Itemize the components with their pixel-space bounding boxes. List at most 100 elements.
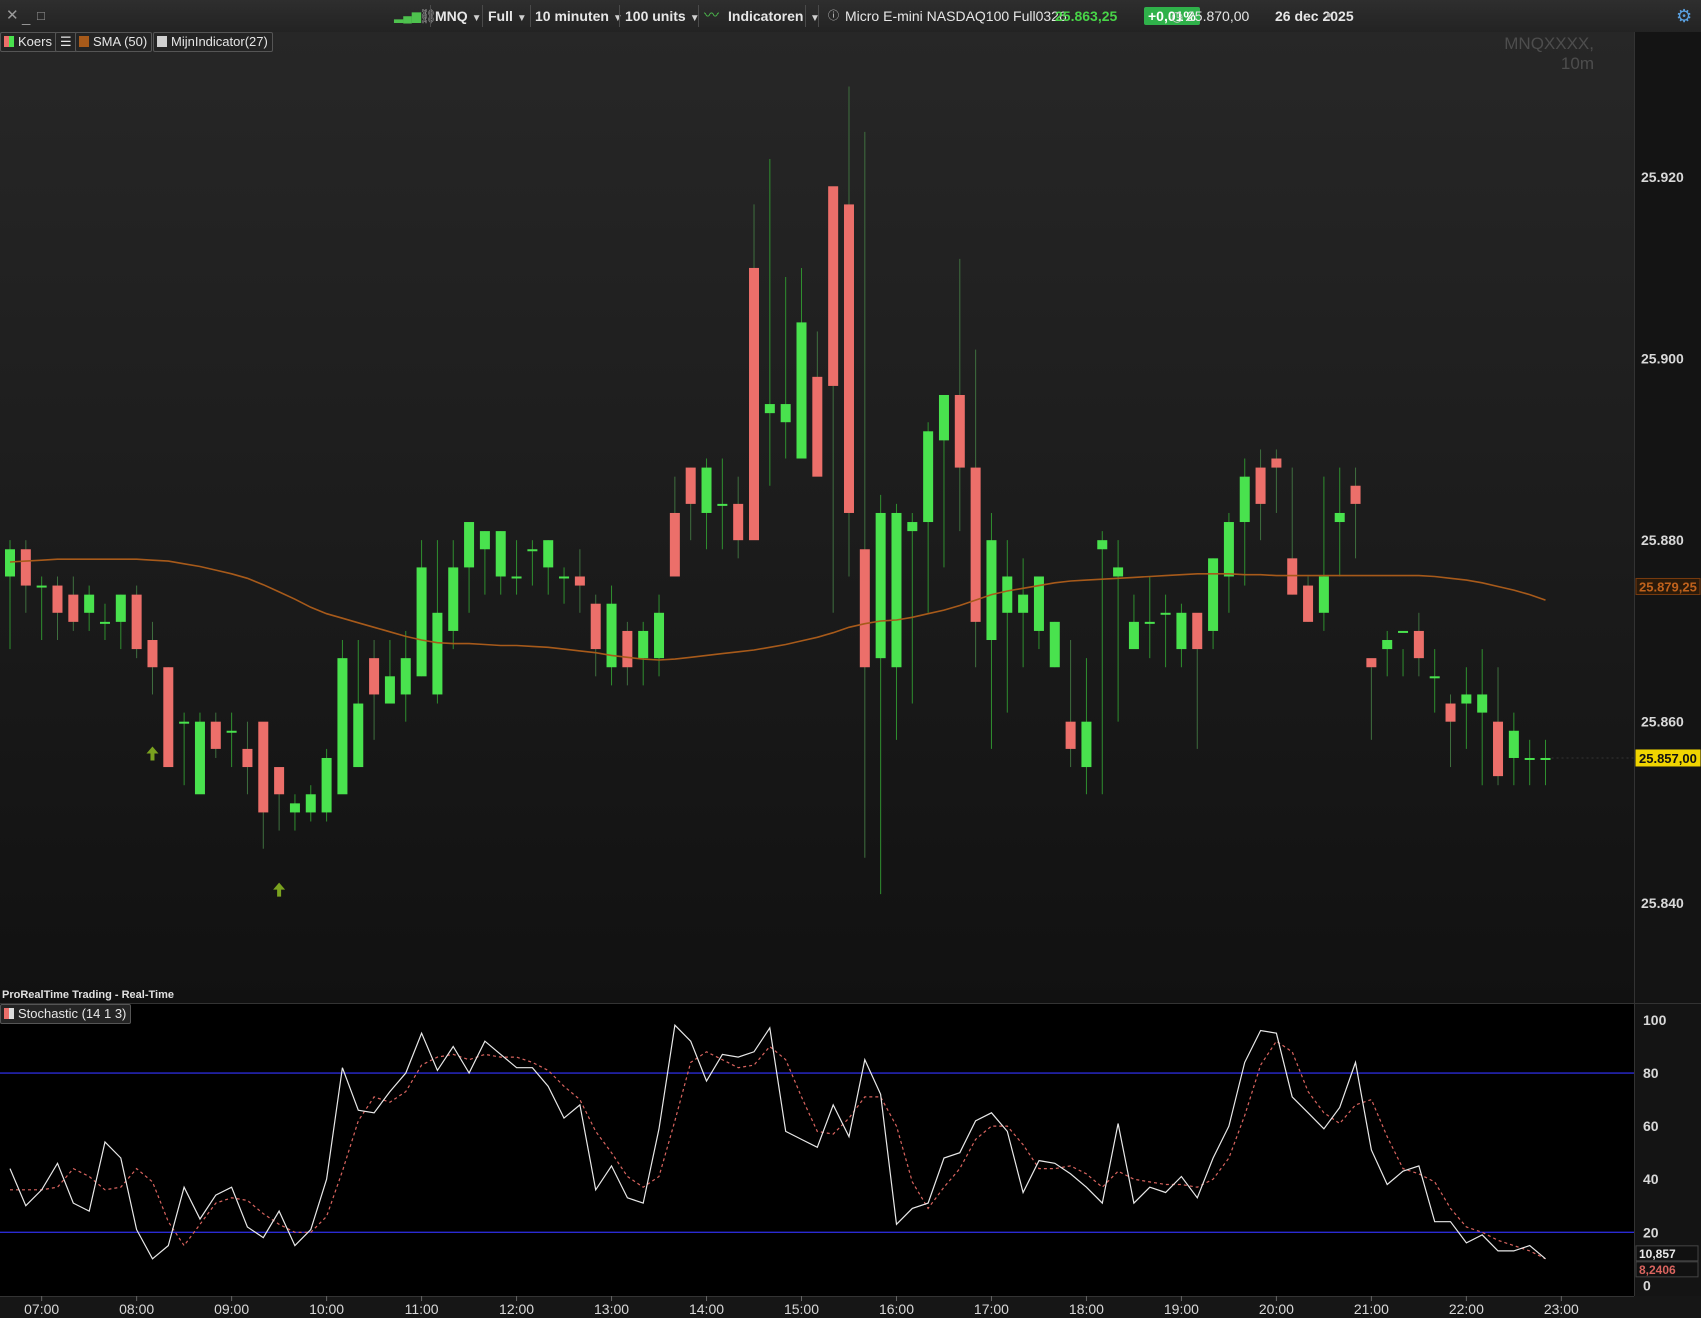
price-tick-label: 25.840: [1641, 895, 1684, 911]
candle: [495, 531, 506, 577]
candle: [448, 567, 459, 631]
legend-custom[interactable]: MijnIndicator(27): [153, 32, 273, 52]
price-tick-label: 25.920: [1641, 169, 1684, 185]
price-tick-label: 25.880: [1641, 532, 1684, 548]
candle: [1445, 703, 1456, 722]
candle: [416, 567, 427, 677]
candle: [954, 394, 965, 468]
mode-dropdown[interactable]: Full ▼: [488, 0, 527, 32]
stochastic-tick-label: 20: [1643, 1224, 1659, 1240]
candle: [638, 630, 649, 659]
close-price: 25.870,00: [1187, 8, 1250, 24]
units-dropdown[interactable]: 100 units ▼: [625, 0, 700, 32]
price-panel: [0, 32, 1634, 1003]
sma-price-label: 25.879,25: [1639, 579, 1697, 594]
candle: [274, 767, 285, 795]
candle: [875, 512, 886, 659]
legend-custom-label: MijnIndicator(27): [171, 34, 268, 49]
signal-icon[interactable]: ▂▄▆: [394, 0, 421, 32]
candle: [258, 721, 269, 813]
candle: [1303, 585, 1314, 622]
list-icon[interactable]: ☰: [55, 32, 77, 52]
info-icon[interactable]: ⓘ: [828, 0, 839, 32]
interval-dropdown[interactable]: 10 minuten ▼: [535, 0, 623, 32]
price-tick-label: 25.900: [1641, 351, 1684, 367]
candle: [733, 503, 744, 541]
candle: [115, 594, 126, 622]
chevron-down-icon: ▼: [612, 13, 623, 24]
candle: [242, 748, 253, 768]
legend-sma[interactable]: SMA (50): [75, 32, 153, 52]
candle: [289, 803, 300, 813]
candle: [1113, 567, 1124, 577]
candle: [179, 721, 190, 724]
time-tick-label: 23:00: [1544, 1301, 1579, 1317]
candle: [226, 730, 237, 733]
candle: [590, 603, 601, 650]
candle: [780, 404, 791, 423]
candle: [1350, 485, 1361, 504]
candle: [1097, 540, 1108, 550]
symbol-dropdown[interactable]: MNQ ▼: [435, 0, 482, 32]
candle: [1382, 640, 1393, 650]
legend-price[interactable]: Koers: [0, 32, 57, 52]
candle: [527, 549, 538, 552]
time-tick-label: 20:00: [1259, 1301, 1294, 1317]
candle: [1018, 594, 1029, 613]
time-tick-label: 13:00: [594, 1301, 629, 1317]
candle: [1049, 621, 1060, 668]
candle: [717, 503, 728, 506]
candle: [986, 540, 997, 641]
watermark: MNQXXXX, 10m: [1504, 34, 1594, 73]
candle: [384, 676, 395, 704]
mode-label: Full: [488, 8, 513, 24]
candle: [1413, 630, 1424, 659]
time-tick-label: 09:00: [214, 1301, 249, 1317]
indicators-icon[interactable]: 〰: [704, 0, 719, 32]
candle: [353, 703, 364, 768]
candle: [1477, 694, 1488, 713]
candle: [923, 431, 934, 523]
candle: [606, 603, 617, 668]
candle: [369, 658, 380, 695]
candle: [749, 267, 760, 541]
candle: [305, 794, 316, 813]
close-icon[interactable]: ✕: [6, 8, 19, 24]
minimize-icon[interactable]: _: [22, 10, 30, 26]
candle: [5, 549, 15, 577]
candle: [685, 467, 696, 504]
units-label: 100 units: [625, 8, 686, 24]
candle: [1081, 721, 1092, 768]
candle: [828, 186, 839, 386]
last-price: 25.863,25: [1055, 8, 1118, 24]
time-tick-label: 21:00: [1354, 1301, 1389, 1317]
candle: [654, 612, 665, 659]
candle: [400, 658, 411, 695]
candle: [574, 576, 585, 586]
chart-area[interactable]: 25.840 25.860 25.880 25.900 25.920 25.879,25 2…: [0, 32, 1701, 1318]
candle: [1176, 612, 1187, 650]
candle: [843, 204, 854, 513]
candle: [559, 576, 570, 579]
legend-stochastic[interactable]: Stochastic (14 1 3): [0, 1004, 132, 1024]
top-toolbar: ✕ _ □ ▂▄▆ ⛓ MNQ ▼ Full ▼ 10 minuten ▼ 100 u…: [0, 0, 1701, 33]
candle: [1334, 512, 1345, 523]
clock-icon: ◷: [1171, 8, 1184, 24]
candle: [543, 540, 554, 568]
candle: [1318, 576, 1329, 613]
candle: [464, 522, 475, 568]
candle: [796, 322, 807, 459]
stochastic-tick-label: 100: [1643, 1012, 1667, 1028]
stochastic-tick-label: 80: [1643, 1065, 1659, 1081]
candle: [907, 522, 918, 532]
candle: [1398, 630, 1409, 633]
maximize-icon[interactable]: □: [37, 8, 45, 24]
indicators-button[interactable]: Indicatoren: [728, 0, 803, 32]
candle: [1524, 757, 1535, 760]
last-price-label: 25.857,00: [1639, 751, 1697, 766]
price-tick-label: 25.860: [1641, 714, 1684, 730]
status-dot-icon: ●: [1326, 10, 1333, 21]
chevron-down-icon: ▼: [471, 13, 482, 24]
legend-sma-label: SMA (50): [93, 34, 148, 49]
gear-icon[interactable]: ⚙: [1676, 7, 1692, 25]
